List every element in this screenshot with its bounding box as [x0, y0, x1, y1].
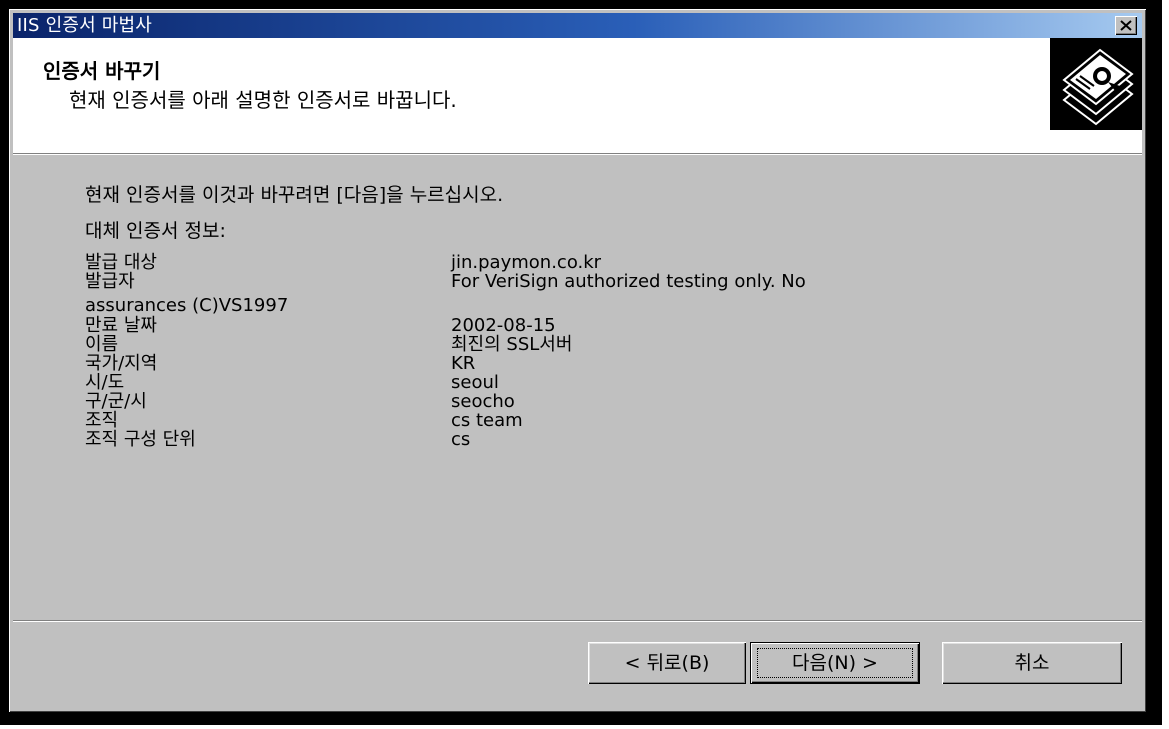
detail-label-issued-to: 발급 대상 — [85, 252, 157, 273]
detail-value-organization: cs team — [451, 410, 523, 431]
cancel-button-label: 취소 — [1014, 652, 1050, 674]
page-title: 인증서 바꾸기 — [43, 59, 161, 83]
instruction-text: 현재 인증서를 이것과 바꾸려면 [다음]을 누르십시오. — [85, 184, 504, 206]
detail-label-expiration: 만료 날짜 — [85, 315, 157, 336]
wizard-header: 인증서 바꾸기 현재 인증서를 아래 설명한 인증서로 바꿉니다. — [13, 38, 1142, 153]
detail-value-issuer: For VeriSign authorized testing only. No — [451, 271, 806, 292]
detail-value-city: seocho — [451, 391, 515, 412]
detail-label-organization: 조직 — [85, 410, 119, 431]
detail-label-name: 이름 — [85, 334, 119, 355]
back-button[interactable]: < 뒤로(B) — [588, 642, 746, 684]
title-bar[interactable]: IIS 인증서 마법사 — [13, 13, 1142, 38]
window-title: IIS 인증서 마법사 — [17, 15, 153, 36]
next-button[interactable]: 다음(N) > — [750, 642, 920, 684]
footer-divider — [13, 620, 1142, 622]
cancel-button[interactable]: 취소 — [942, 642, 1122, 684]
detail-value-issued-to: jin.paymon.co.kr — [451, 252, 602, 273]
detail-issuer-continued: assurances (C)VS1997 — [85, 295, 289, 316]
detail-value-state: seoul — [451, 372, 499, 393]
detail-label-issuer: 발급자 — [85, 271, 135, 292]
detail-value-expiration: 2002-08-15 — [451, 315, 556, 336]
next-button-label: 다음(N) > — [792, 652, 878, 674]
detail-value-name: 최진의 SSL서버 — [451, 334, 573, 355]
detail-value-country: KR — [451, 353, 476, 374]
page-subtitle: 현재 인증서를 아래 설명한 인증서로 바꿉니다. — [69, 88, 457, 112]
detail-label-org-unit: 조직 구성 단위 — [85, 429, 196, 450]
detail-label-city: 구/군/시 — [85, 391, 147, 412]
details-heading: 대체 인증서 정보: — [85, 220, 226, 242]
certificate-stack-icon — [1050, 38, 1142, 130]
back-button-label: < 뒤로(B) — [624, 652, 710, 674]
close-button[interactable] — [1115, 16, 1137, 35]
detail-label-state: 시/도 — [85, 372, 125, 393]
detail-value-org-unit: cs — [451, 429, 471, 450]
header-divider — [13, 153, 1142, 155]
close-icon — [1120, 20, 1132, 31]
wizard-dialog: IIS 인증서 마법사 인증서 바꾸기 현재 인증서를 아래 설명한 인증서로 … — [9, 9, 1146, 712]
detail-label-country: 국가/지역 — [85, 353, 158, 374]
